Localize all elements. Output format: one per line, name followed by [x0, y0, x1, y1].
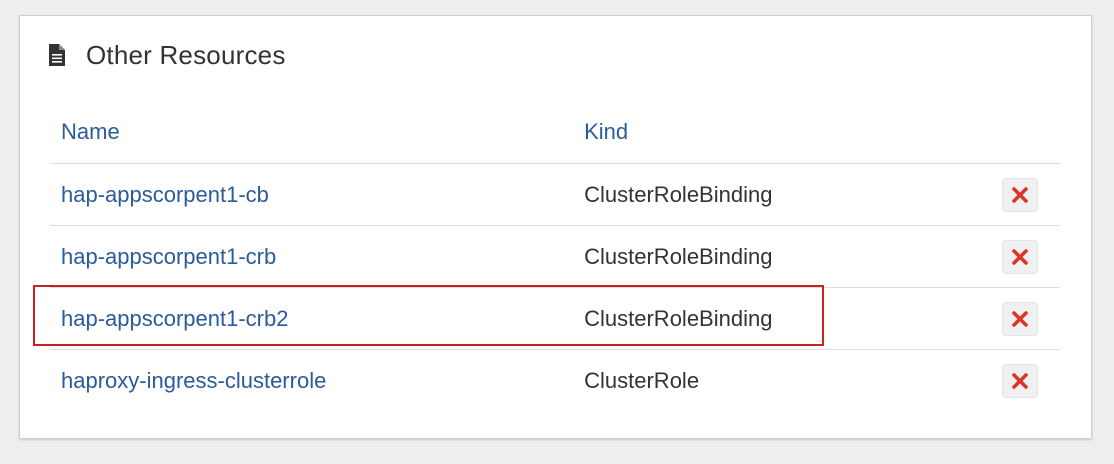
name-cell: hap-appscorpent1-crb2: [50, 287, 585, 350]
table-header-row: Name Kind: [50, 101, 1060, 164]
close-icon: [1012, 310, 1028, 327]
delete-button[interactable]: [1002, 177, 1038, 212]
name-cell: hap-appscorpent1-crb: [50, 225, 585, 288]
action-cell: [990, 225, 1060, 288]
resource-kind: ClusterRoleBinding: [584, 243, 773, 269]
column-header-actions: [990, 101, 1060, 164]
column-header-name[interactable]: Name: [50, 101, 585, 164]
kind-cell: ClusterRoleBinding: [584, 163, 991, 226]
resource-name-link[interactable]: haproxy-ingress-clusterrole: [61, 368, 326, 393]
kind-cell: ClusterRoleBinding: [584, 225, 991, 288]
table-row: haproxy-ingress-clusterrole ClusterRole: [50, 350, 1060, 412]
delete-button[interactable]: [1002, 301, 1038, 336]
action-cell: [990, 287, 1060, 350]
name-cell: haproxy-ingress-clusterrole: [50, 350, 584, 412]
kind-cell: ClusterRoleBinding: [584, 287, 991, 350]
action-cell: [990, 350, 1060, 412]
close-icon: [1012, 372, 1028, 389]
name-cell: hap-appscorpent1-cb: [50, 163, 585, 226]
action-cell: [990, 163, 1060, 226]
table-row: hap-appscorpent1-cb ClusterRoleBinding: [50, 163, 1060, 226]
panel-title: Other Resources: [86, 39, 286, 70]
resource-kind: ClusterRole: [584, 367, 700, 393]
close-icon: [1012, 248, 1028, 265]
resource-name-link[interactable]: hap-appscorpent1-crb2: [61, 306, 288, 331]
document-icon: [48, 44, 66, 66]
resource-kind: ClusterRoleBinding: [584, 181, 773, 207]
panel-header: Other Resources: [48, 38, 286, 72]
other-resources-panel: Other Resources Name Kind hap-appscorpen…: [19, 15, 1092, 439]
table-row: hap-appscorpent1-crb2 ClusterRoleBinding: [50, 287, 1060, 350]
close-icon: [1012, 186, 1028, 203]
kind-cell: ClusterRole: [584, 350, 990, 412]
delete-button[interactable]: [1002, 239, 1038, 274]
resource-kind: ClusterRoleBinding: [584, 305, 773, 331]
resource-name-link[interactable]: hap-appscorpent1-crb: [61, 244, 276, 269]
resource-name-link[interactable]: hap-appscorpent1-cb: [61, 182, 269, 207]
resources-table: Name Kind hap-appscorpent1-cb ClusterRol…: [50, 101, 1060, 411]
table-row: hap-appscorpent1-crb ClusterRoleBinding: [50, 225, 1060, 288]
delete-button[interactable]: [1002, 363, 1038, 398]
column-header-kind[interactable]: Kind: [584, 101, 991, 164]
